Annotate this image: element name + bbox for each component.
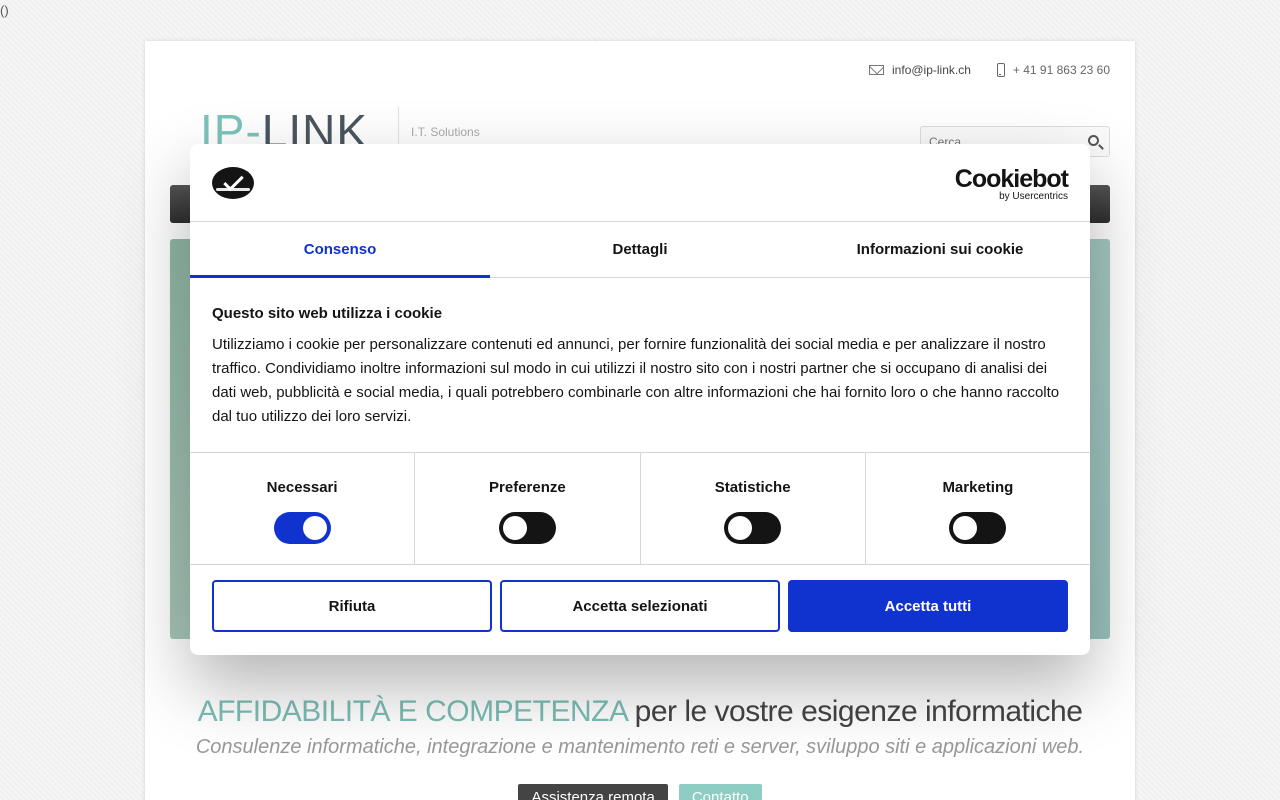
toggle-marketing-group: Marketing — [866, 453, 1090, 564]
accept-all-button[interactable]: Accetta tutti — [788, 580, 1068, 632]
toggle-statistiche[interactable] — [724, 512, 782, 544]
cookiebot-brand[interactable]: Cookiebot by Usercentrics — [954, 165, 1069, 202]
consent-toggles: Necessari Preferenze Statistiche Marketi… — [190, 452, 1090, 565]
reject-button[interactable]: Rifiuta — [212, 580, 492, 632]
dialog-buttons: Rifiuta Accetta selezionati Accetta tutt… — [190, 565, 1090, 632]
tab-dettagli[interactable]: Dettagli — [490, 222, 790, 277]
dialog-body: Questo sito web utilizza i cookie Utiliz… — [190, 278, 1090, 452]
toggle-label: Statistiche — [714, 479, 791, 496]
toggle-knob — [302, 516, 327, 540]
tab-informazioni[interactable]: Informazioni sui cookie — [790, 222, 1090, 277]
toggle-label: Necessari — [266, 479, 338, 496]
toggle-necessari-group: Necessari — [190, 453, 416, 564]
toggle-marketing[interactable] — [949, 512, 1007, 544]
toggle-label: Marketing — [942, 479, 1014, 496]
toggle-knob — [502, 516, 527, 540]
cookie-consent-dialog: Cookiebot by Usercentrics Consenso Detta… — [190, 144, 1090, 655]
toggle-knob — [953, 516, 978, 540]
toggle-preferenze-group: Preferenze — [415, 453, 641, 564]
dialog-title: Questo sito web utilizza i cookie — [212, 305, 443, 322]
toggle-preferenze[interactable] — [498, 512, 556, 544]
brand-name: Cookiebot — [954, 165, 1069, 193]
toggle-necessari[interactable] — [273, 512, 331, 544]
toggle-knob — [728, 516, 753, 540]
toggle-label: Preferenze — [489, 479, 566, 496]
dialog-text: Utilizziamo i cookie per personalizzare … — [212, 336, 1060, 425]
toggle-statistiche-group: Statistiche — [641, 453, 866, 564]
cookiebot-logo-icon — [212, 167, 254, 199]
dialog-tabs: Consenso Dettagli Informazioni sui cooki… — [190, 222, 1090, 278]
cookie-overlay: Cookiebot by Usercentrics Consenso Detta… — [0, 0, 1280, 800]
brand-sub: by Usercentrics — [999, 191, 1068, 202]
accept-selected-button[interactable]: Accetta selezionati — [500, 580, 780, 632]
dialog-header: Cookiebot by Usercentrics — [190, 144, 1090, 222]
tab-consenso[interactable]: Consenso — [190, 222, 490, 278]
